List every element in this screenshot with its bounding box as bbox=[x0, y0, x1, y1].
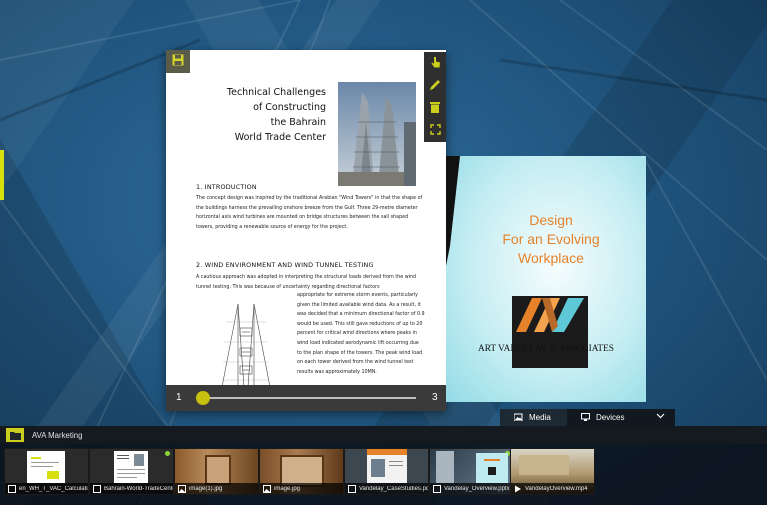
document-viewer[interactable]: Technical Challenges of Constructing the… bbox=[166, 50, 446, 410]
touch-pointer-button[interactable] bbox=[426, 56, 444, 74]
media-thumbnail[interactable]: VandelayOverview.mp4 bbox=[510, 448, 595, 495]
trash-icon bbox=[430, 100, 440, 118]
document-preview bbox=[27, 451, 65, 483]
presentation-slide[interactable]: Design For an Evolving Workplace ART VAN… bbox=[446, 156, 646, 402]
pdf-icon bbox=[432, 484, 441, 493]
title-line: of Constructing bbox=[253, 102, 326, 113]
media-thumbnail[interactable]: Vandelay_CaseStudies.pdf bbox=[344, 448, 429, 495]
save-button[interactable] bbox=[166, 50, 190, 73]
title-line: Technical Challenges bbox=[226, 87, 326, 98]
thumbnail-label: image.jpg bbox=[274, 485, 301, 492]
pen-icon bbox=[429, 78, 441, 96]
thumbnail-label: Vandelay_CaseStudies.pdf bbox=[359, 485, 428, 492]
slide-title-line: Workplace bbox=[518, 250, 584, 266]
strip-header: AVA Marketing bbox=[0, 426, 767, 444]
company-name: ART VANDELAY & ASSOCIATES bbox=[478, 344, 614, 354]
media-thumbnail[interactable]: image.jpg bbox=[259, 448, 344, 495]
document-preview bbox=[114, 451, 148, 483]
page-slider-track[interactable] bbox=[202, 397, 416, 399]
tower-preview bbox=[436, 451, 454, 483]
floppy-disk-icon bbox=[172, 53, 184, 71]
video-icon bbox=[513, 484, 522, 493]
total-pages: 3 bbox=[432, 392, 438, 403]
left-edge-accent bbox=[0, 150, 4, 200]
media-icon bbox=[513, 413, 523, 423]
door-preview bbox=[205, 455, 231, 485]
page-navigator: 1 3 bbox=[166, 385, 446, 411]
page-slider-handle[interactable] bbox=[196, 391, 210, 405]
section-paragraph: The concept design was inspired by the t… bbox=[196, 196, 423, 230]
company-logo bbox=[512, 296, 588, 368]
section-paragraph: appropriate for extreme storm events, pa… bbox=[297, 293, 425, 375]
tab-devices-label: Devices bbox=[596, 413, 625, 422]
document-title: Technical Challenges of Constructing the… bbox=[226, 85, 326, 145]
video-preview bbox=[519, 455, 569, 475]
thumbnail-label: image(1).jpg bbox=[189, 485, 223, 492]
slide-black-stripe bbox=[446, 156, 460, 266]
media-thumbnail[interactable]: image(1).jpg bbox=[174, 448, 259, 495]
image-icon bbox=[177, 484, 186, 493]
slide-title-line: Design bbox=[529, 212, 573, 228]
title-line: the Bahrain bbox=[270, 117, 326, 128]
panel-tabs: Media Devices bbox=[500, 409, 675, 426]
media-thumbnail[interactable]: Bahrain-World-TradeCenter bbox=[89, 448, 174, 495]
section-heading: 2. WIND ENVIRONMENT AND WIND TUNNEL TEST… bbox=[196, 261, 374, 269]
title-line: World Trade Center bbox=[234, 132, 326, 143]
section-heading: 1. INTRODUCTION bbox=[196, 183, 257, 191]
slide-title: Design For an Evolving Workplace bbox=[466, 211, 636, 268]
tab-media-label: Media bbox=[529, 413, 551, 422]
image-icon bbox=[262, 484, 271, 493]
media-thumbnail[interactable]: Vandelay_Overview.pptx bbox=[429, 448, 514, 495]
monitor-icon bbox=[581, 412, 590, 423]
expand-icon bbox=[429, 122, 441, 140]
thumbnail-label: Vandelay_Overview.pptx bbox=[444, 485, 510, 492]
slide-preview bbox=[476, 453, 508, 483]
pdf-icon bbox=[347, 484, 356, 493]
slide-title-line: For an Evolving bbox=[502, 231, 600, 247]
media-thumbnail[interactable]: en_WH_T_VAC_Calculation bbox=[4, 448, 89, 495]
thumbnail-footer: Bahrain-World-TradeCenter bbox=[90, 483, 173, 494]
thumbnail-footer: VandelayOverview.mp4 bbox=[511, 483, 594, 494]
thumbnail-footer: image.jpg bbox=[260, 483, 343, 494]
tower-elevation-drawing bbox=[221, 303, 271, 387]
document-preview bbox=[367, 449, 407, 483]
current-page: 1 bbox=[176, 392, 182, 403]
thumbnail-footer: Vandelay_CaseStudies.pdf bbox=[345, 483, 428, 494]
thumbnail-footer: en_WH_T_VAC_Calculation bbox=[5, 483, 88, 494]
pdf-icon bbox=[7, 484, 16, 493]
thumbnail-footer: image(1).jpg bbox=[175, 483, 258, 494]
folder-icon[interactable] bbox=[6, 428, 24, 442]
tower-photo bbox=[338, 82, 416, 186]
workspace-title: AVA Marketing bbox=[32, 430, 83, 440]
chevron-down-icon[interactable] bbox=[656, 412, 665, 421]
pen-tool-button[interactable] bbox=[426, 78, 444, 96]
annotation-toolbar bbox=[424, 52, 446, 142]
pdf-icon bbox=[92, 484, 101, 493]
thumbnail-footer: Vandelay_Overview.pptx bbox=[430, 483, 513, 494]
tab-media[interactable]: Media bbox=[500, 409, 567, 426]
hand-pointer-icon bbox=[429, 56, 442, 74]
thumbnail-label: VandelayOverview.mp4 bbox=[525, 485, 588, 492]
thumbnail-label: Bahrain-World-TradeCenter bbox=[104, 485, 173, 492]
tab-devices[interactable]: Devices bbox=[567, 409, 675, 426]
fullscreen-button[interactable] bbox=[426, 122, 444, 140]
status-dot bbox=[165, 451, 170, 456]
section-paragraph: A cautious approach was adopted in inter… bbox=[196, 275, 417, 290]
delete-button[interactable] bbox=[426, 100, 444, 118]
thumbnail-label: en_WH_T_VAC_Calculation bbox=[19, 485, 88, 492]
